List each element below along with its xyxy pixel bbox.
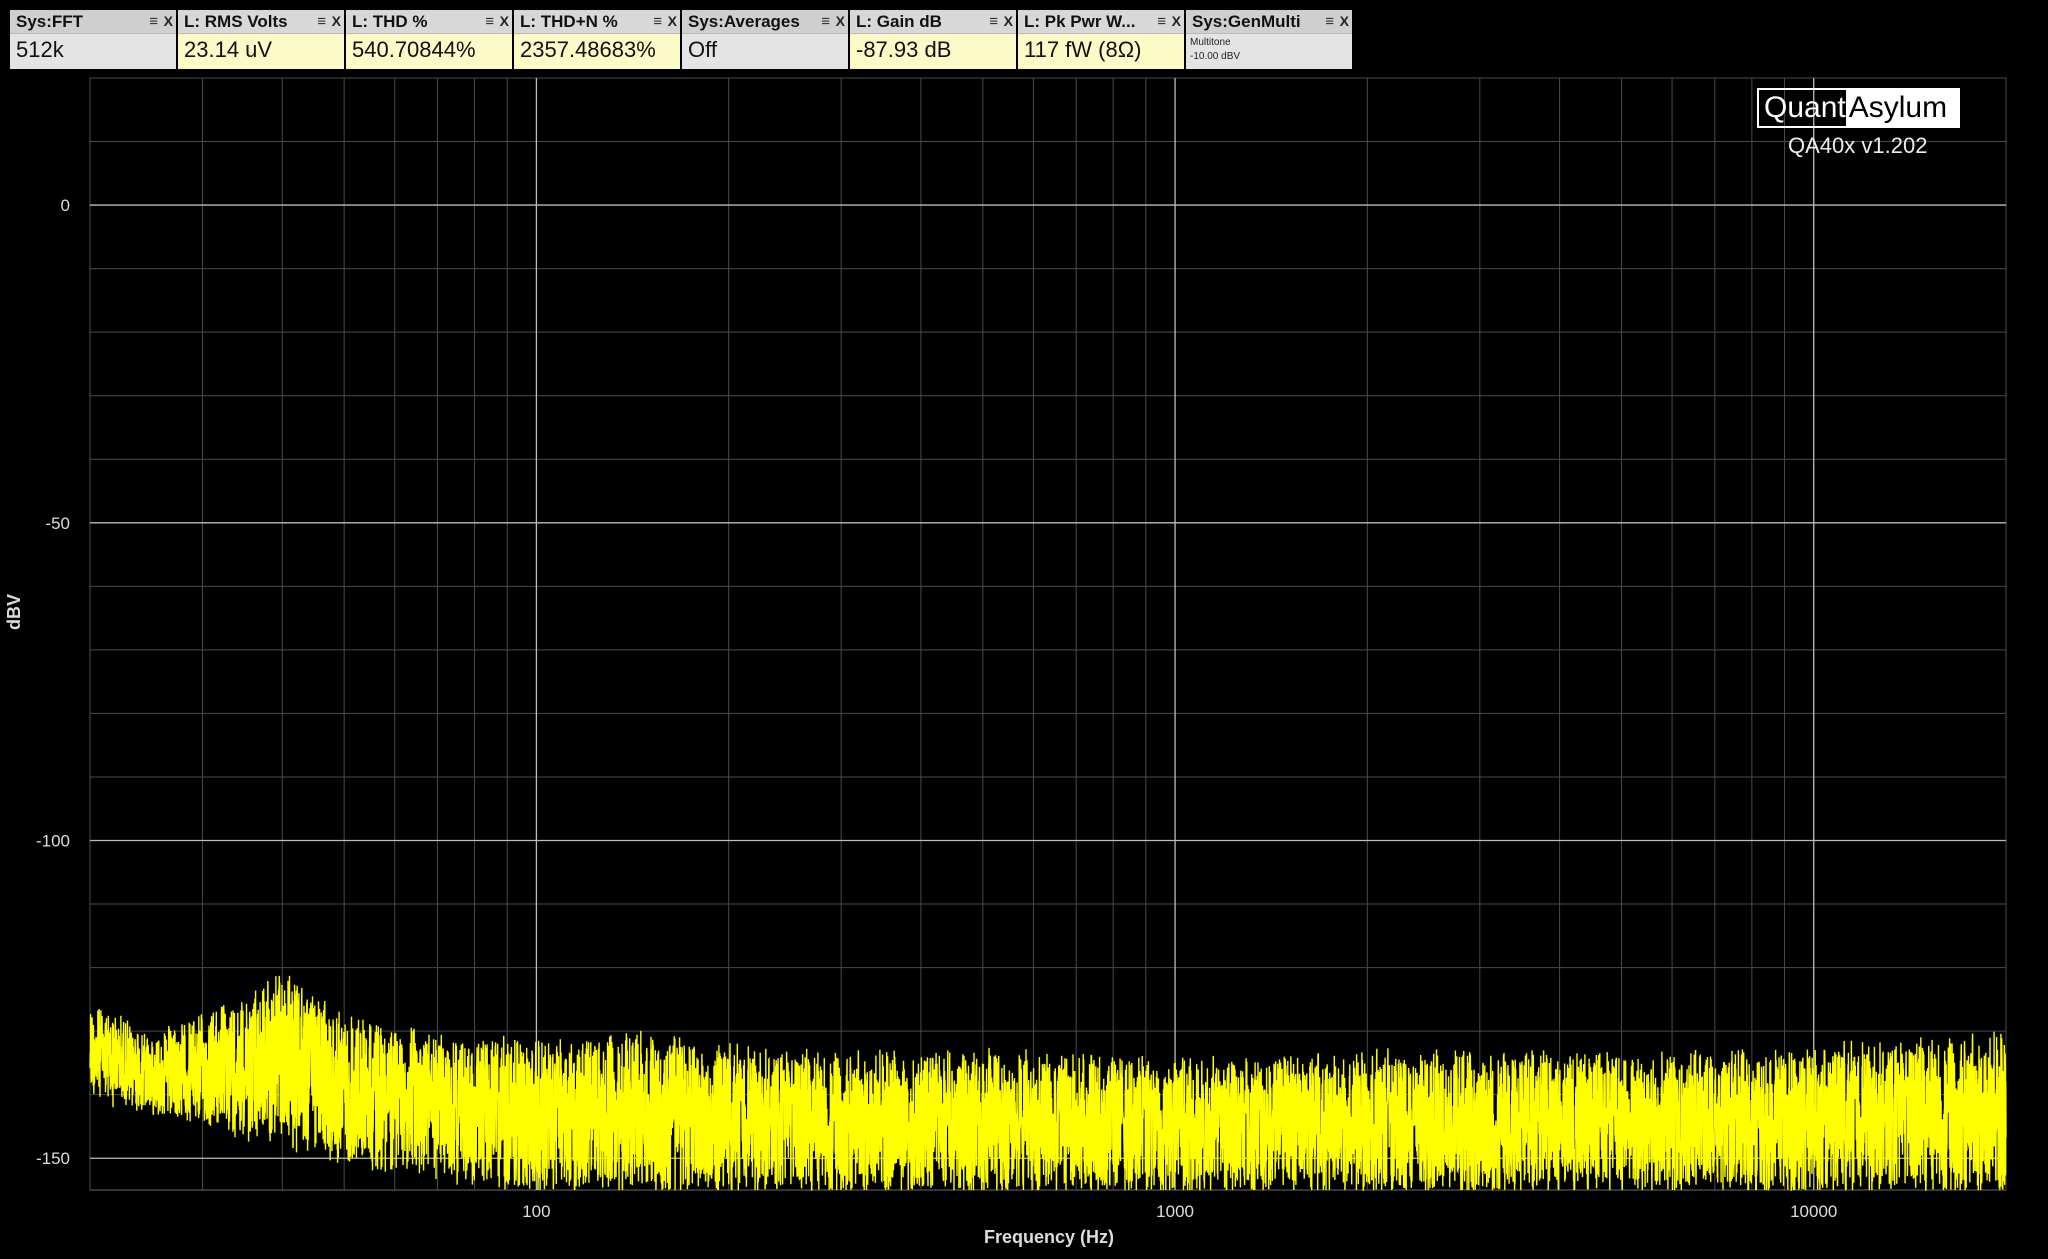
- menu-icon[interactable]: ≡: [317, 13, 326, 30]
- widget-title: L: Gain dB: [856, 12, 942, 31]
- widget-3[interactable]: L: THD+N % ≡ X 2357.48683%: [514, 10, 680, 69]
- widget-header[interactable]: Sys:FFT ≡ X: [10, 10, 176, 34]
- widget-2[interactable]: L: THD % ≡ X 540.70844%: [346, 10, 512, 69]
- y-tick-label: -100: [36, 832, 70, 851]
- widget-0[interactable]: Sys:FFT ≡ X 512k: [10, 10, 176, 69]
- close-icon[interactable]: X: [1004, 13, 1013, 29]
- widget-value: 117 fW (8Ω): [1024, 37, 1142, 62]
- widget-line2: -10.00 dBV: [1190, 51, 1241, 62]
- close-icon[interactable]: X: [1340, 13, 1349, 29]
- widget-value: Off: [688, 37, 717, 62]
- y-tick-label: -50: [45, 514, 70, 533]
- widget-7[interactable]: Sys:GenMulti ≡ X Multitone -10.00 dBV: [1186, 10, 1352, 69]
- widget-header[interactable]: L: RMS Volts ≡ X: [178, 10, 344, 34]
- menu-icon[interactable]: ≡: [653, 13, 662, 30]
- menu-icon[interactable]: ≡: [821, 13, 830, 30]
- close-icon[interactable]: X: [836, 13, 845, 29]
- quantasylum-logo: Quant Asylum: [1757, 88, 1960, 128]
- menu-icon[interactable]: ≡: [485, 13, 494, 30]
- widget-header[interactable]: L: Gain dB ≡ X: [850, 10, 1016, 34]
- menu-icon[interactable]: ≡: [989, 13, 998, 30]
- y-tick-label: -150: [36, 1149, 70, 1168]
- x-tick-label: 1000: [1156, 1202, 1194, 1221]
- widget-header[interactable]: L: THD+N % ≡ X: [514, 10, 680, 34]
- x-tick-label: 10000: [1790, 1202, 1837, 1221]
- widget-title: Sys:GenMulti: [1192, 12, 1301, 31]
- widget-1[interactable]: L: RMS Volts ≡ X 23.14 uV: [178, 10, 344, 69]
- close-icon[interactable]: X: [332, 13, 341, 29]
- close-icon[interactable]: X: [500, 13, 509, 29]
- plot-area[interactable]: [89, 77, 2007, 1191]
- widget-title: L: THD %: [352, 12, 428, 31]
- widget-header[interactable]: Sys:GenMulti ≡ X: [1186, 10, 1352, 34]
- widget-4[interactable]: Sys:Averages ≡ X Off: [682, 10, 848, 69]
- menu-icon[interactable]: ≡: [149, 13, 158, 30]
- x-tick-labels: 100 1000 10000: [522, 1202, 1837, 1221]
- menu-icon[interactable]: ≡: [1325, 13, 1334, 30]
- widget-header[interactable]: L: THD % ≡ X: [346, 10, 512, 34]
- y-tick-label: 0: [61, 196, 70, 215]
- x-tick-label: 100: [522, 1202, 550, 1221]
- widget-title: Sys:FFT: [16, 12, 84, 31]
- widget-line1: Multitone: [1190, 37, 1231, 48]
- y-tick-labels: 0 -50 -100 -150: [36, 196, 70, 1168]
- widget-value: -87.93 dB: [856, 37, 952, 62]
- widget-value: 512k: [16, 37, 64, 62]
- widget-title: L: Pk Pwr W...: [1024, 12, 1136, 31]
- widget-5[interactable]: L: Gain dB ≡ X -87.93 dB: [850, 10, 1016, 69]
- widget-title: L: RMS Volts: [184, 12, 288, 31]
- logo-text-quant: Quant: [1764, 91, 1846, 124]
- version-label: QA40x v1.202: [1788, 133, 1928, 158]
- widget-header[interactable]: Sys:Averages ≡ X: [682, 10, 848, 34]
- widget-value: 540.70844%: [352, 37, 476, 62]
- widget-value: 2357.48683%: [520, 37, 656, 62]
- close-icon[interactable]: X: [1172, 13, 1181, 29]
- logo-text-asylum: Asylum: [1845, 90, 1958, 126]
- widget-6[interactable]: L: Pk Pwr W... ≡ X 117 fW (8Ω): [1018, 10, 1184, 69]
- widget-header[interactable]: L: Pk Pwr W... ≡ X: [1018, 10, 1184, 34]
- close-icon[interactable]: X: [164, 13, 173, 29]
- x-axis-label: Frequency (Hz): [984, 1227, 1115, 1247]
- widget-title: Sys:Averages: [688, 12, 800, 31]
- widget-title: L: THD+N %: [520, 12, 618, 31]
- widget-value: 23.14 uV: [184, 37, 273, 62]
- widget-bar: Sys:FFT ≡ X 512k L: RMS Volts ≡ X 23.14 uV L: TH…: [10, 10, 1354, 69]
- close-icon[interactable]: X: [668, 13, 677, 29]
- y-axis-label: dBV: [4, 594, 24, 630]
- menu-icon[interactable]: ≡: [1157, 13, 1166, 30]
- fft-plot[interactable]: 0 -50 -100 -150 100 1000 10000: [0, 0, 2048, 1259]
